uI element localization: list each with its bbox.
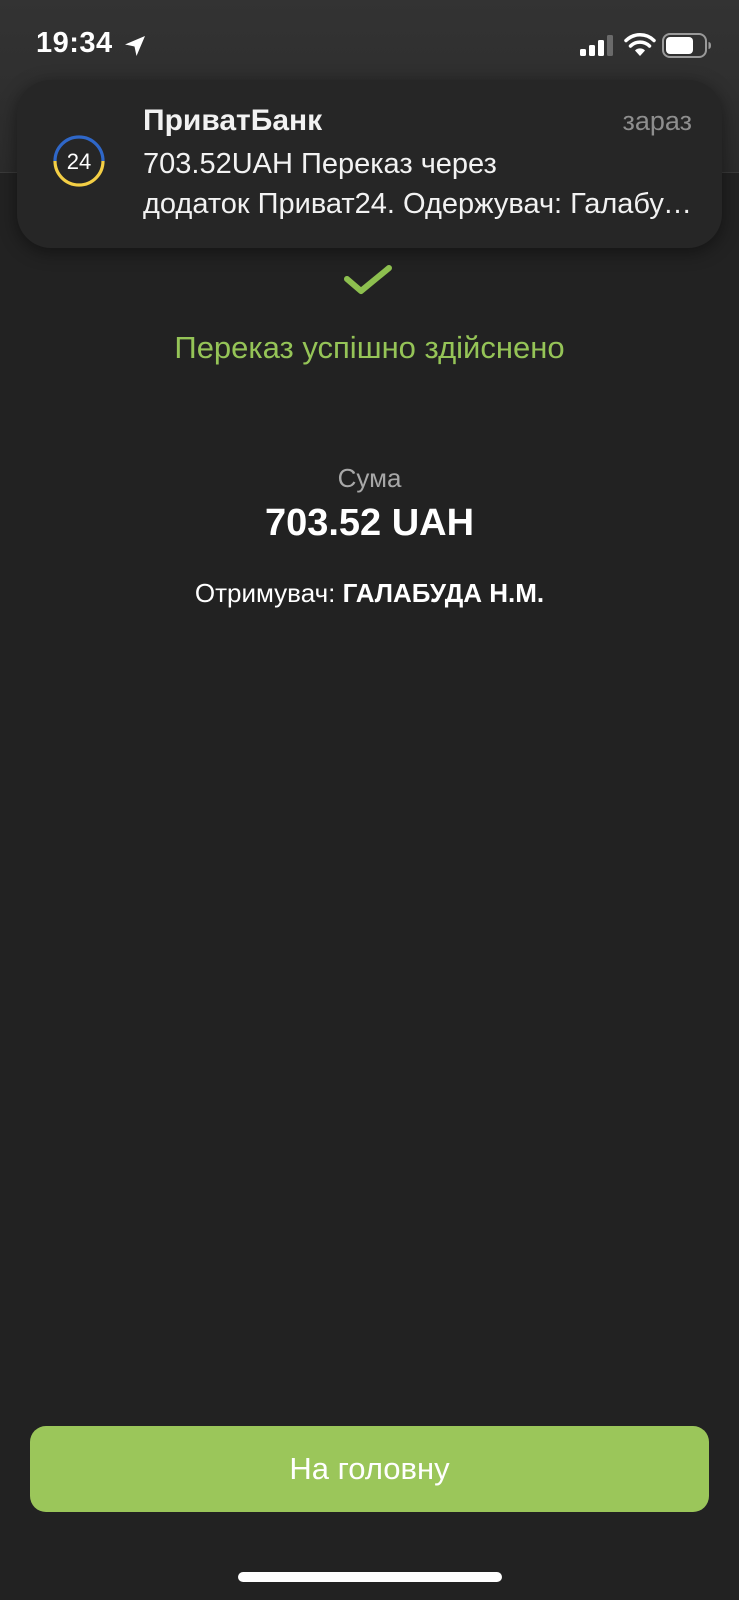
notification-body: 703.52UAH Переказ через додаток Приват24…: [143, 144, 703, 224]
success-message: Переказ успішно здійснено: [174, 330, 565, 365]
notification-body-line-2: додаток Приват24. Одержувач: Галабуда Н.…: [143, 188, 703, 220]
cellular-signal-icon: [580, 35, 613, 56]
push-notification[interactable]: 24 ПриватБанк зараз 703.52UAH Переказ че…: [17, 80, 722, 248]
notification-body-line-1: 703.52UAH Переказ через: [143, 148, 497, 180]
status-time: 19:34: [36, 27, 113, 59]
amount-value: 703.52 UAH: [264, 502, 475, 544]
recipient-label: Отримувач:: [194, 578, 336, 608]
notification-time: зараз: [622, 106, 692, 136]
amount-label: Сума: [337, 463, 402, 493]
status-bar: 19:34: [0, 0, 739, 92]
checkmark-icon: [344, 265, 392, 294]
recipient-name: ГАЛАБУДА Н.М.: [342, 578, 545, 608]
home-button[interactable]: На головну: [30, 1426, 709, 1512]
app-icon-label: 24: [67, 149, 91, 174]
location-arrow-icon: [125, 36, 145, 56]
privat24-app-icon: 24: [53, 135, 105, 187]
recipient-row: Отримувач: ГАЛАБУДА Н.М.: [0, 578, 739, 609]
wifi-icon: [624, 33, 656, 56]
battery-icon: [662, 33, 711, 58]
notification-app-name: ПриватБанк: [143, 104, 323, 137]
home-indicator[interactable]: [238, 1572, 502, 1582]
